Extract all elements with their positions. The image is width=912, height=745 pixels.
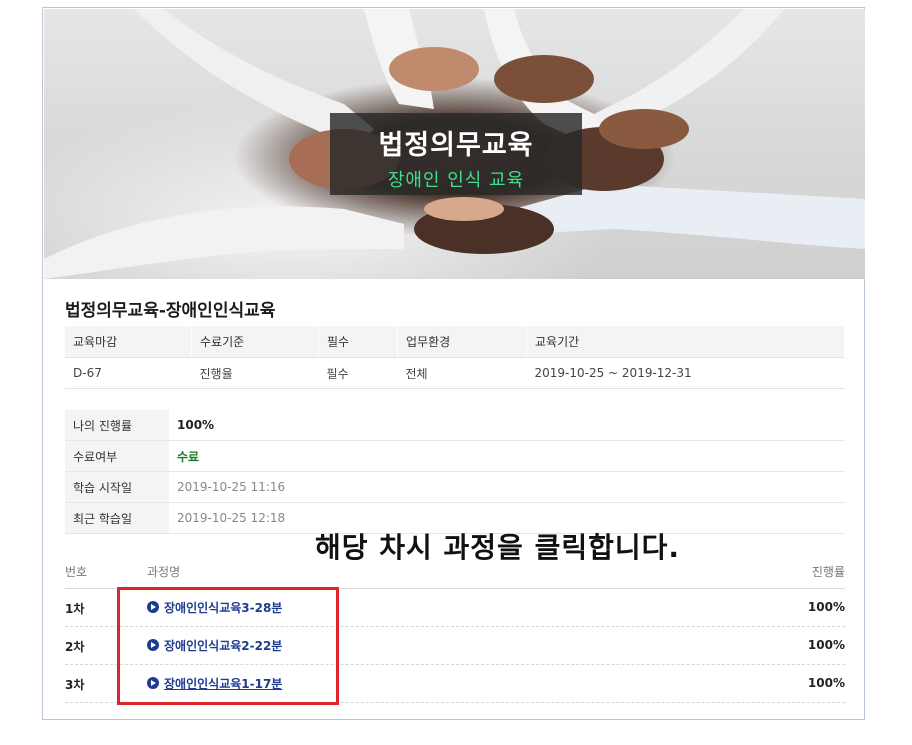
banner-subtitle: 장애인 인식 교육 bbox=[387, 170, 525, 191]
banner-title-box: 법정의무교육 장애인 인식 교육 bbox=[330, 113, 582, 195]
status-row-completion: 수료여부 수료 bbox=[65, 440, 845, 472]
value-deadline: D-67 bbox=[65, 357, 192, 389]
status-row-progress: 나의 진행률 100% bbox=[65, 410, 845, 441]
info-header-row: 교육마감 수료기준 필수 업무환경 교육기간 bbox=[65, 326, 845, 358]
lesson-number: 1차 bbox=[65, 602, 85, 616]
completion-label: 수료여부 bbox=[65, 440, 169, 472]
status-row-start: 학습 시작일 2019-10-25 11:16 bbox=[65, 471, 845, 503]
start-date-value: 2019-10-25 11:16 bbox=[169, 471, 845, 503]
value-period: 2019-10-25 ~ 2019-12-31 bbox=[526, 357, 845, 389]
instruction-annotation: 해당 차시 과정을 클릭합니다. bbox=[315, 531, 681, 564]
header-completion-criteria: 수료기준 bbox=[191, 326, 319, 358]
header-period: 교육기간 bbox=[526, 326, 845, 358]
banner-title: 법정의무교육 bbox=[378, 130, 534, 161]
progress-label: 나의 진행률 bbox=[65, 410, 169, 441]
value-required: 필수 bbox=[318, 357, 398, 389]
course-info-table: 교육마감 수료기준 필수 업무환경 교육기간 D-67 진행율 필수 전체 20… bbox=[65, 326, 845, 389]
start-date-label: 학습 시작일 bbox=[65, 471, 169, 503]
lesson-progress: 100% bbox=[807, 600, 845, 614]
value-completion-criteria: 진행율 bbox=[191, 357, 319, 389]
highlight-annotation-box bbox=[117, 587, 339, 705]
col-number: 번호 bbox=[65, 565, 88, 579]
learning-status-table: 나의 진행률 100% 수료여부 수료 학습 시작일 2019-10-25 11… bbox=[65, 410, 845, 534]
lesson-progress: 100% bbox=[807, 638, 845, 652]
course-title: 법정의무교육-장애인인식교육 bbox=[65, 301, 276, 321]
col-progress: 진행률 bbox=[811, 565, 845, 579]
info-value-row: D-67 진행율 필수 전체 2019-10-25 ~ 2019-12-31 bbox=[65, 357, 845, 389]
lesson-number: 2차 bbox=[65, 640, 85, 654]
header-deadline: 교육마감 bbox=[65, 326, 192, 358]
completion-value: 수료 bbox=[169, 440, 845, 472]
course-banner-image: 법정의무교육 장애인 인식 교육 bbox=[44, 9, 865, 279]
progress-value: 100% bbox=[169, 410, 845, 441]
col-lesson-name: 과정명 bbox=[147, 565, 181, 579]
lesson-progress: 100% bbox=[807, 676, 845, 690]
header-required: 필수 bbox=[318, 326, 398, 358]
value-work-env: 전체 bbox=[397, 357, 527, 389]
recent-date-label: 최근 학습일 bbox=[65, 502, 169, 534]
header-work-env: 업무환경 bbox=[397, 326, 527, 358]
lesson-number: 3차 bbox=[65, 678, 85, 692]
